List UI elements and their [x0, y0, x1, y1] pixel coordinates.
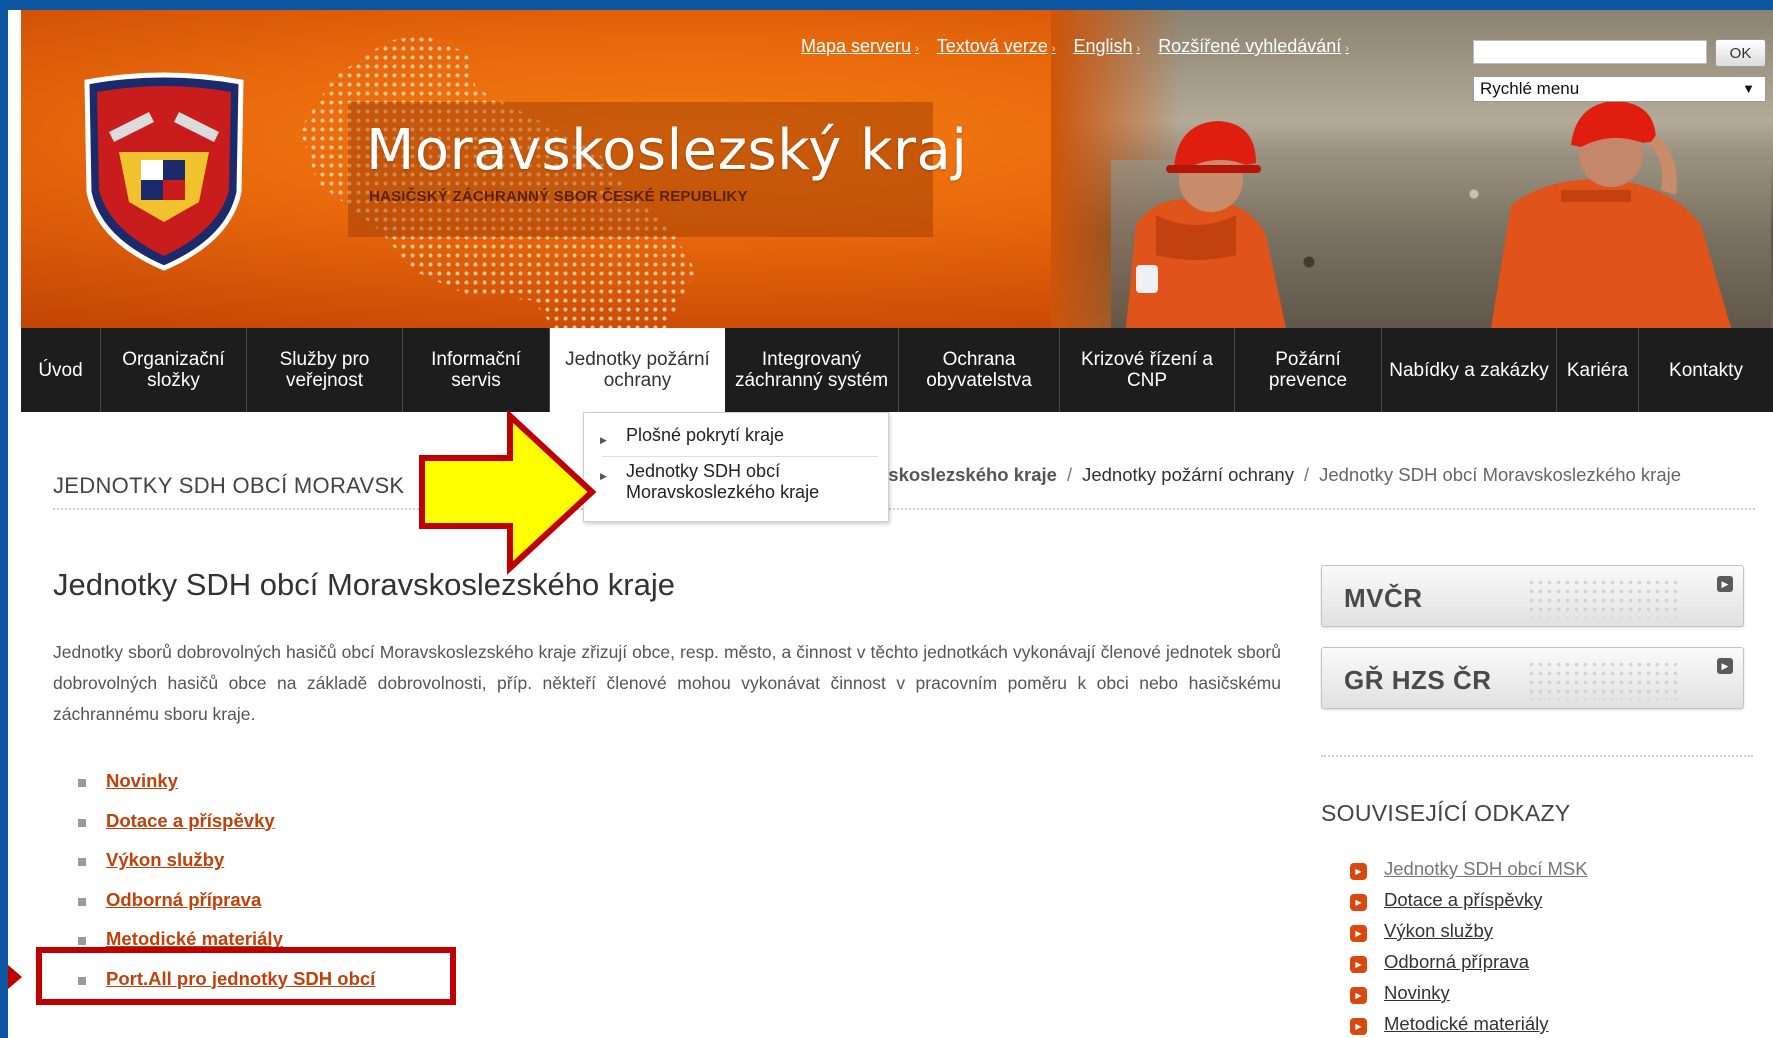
arrow-go-icon: ▶	[1350, 987, 1367, 1004]
top-link-sitemap[interactable]: Mapa serveru ›	[801, 36, 919, 57]
top-links: Mapa serveru › Textová verze › English › Ro…	[801, 36, 1349, 57]
link-vykon-sluzby[interactable]: Výkon služby	[106, 849, 224, 870]
list-item: ▶ Novinky	[1350, 982, 1588, 1013]
list-item: Novinky	[78, 770, 375, 810]
nav-item-kontakty[interactable]: Kontakty	[1639, 328, 1773, 412]
breadcrumb-current: Jednotky SDH obcí Moravskoslezkého kraje	[1319, 464, 1682, 485]
grhzs-button[interactable]: GŘ HZS ČR ▶	[1321, 647, 1744, 709]
triangle-right-icon: ▶	[600, 435, 607, 445]
breadcrumb: vskoslezského kraje / Jednotky požární och…	[878, 464, 1681, 486]
nav-item-nabidky-a-zakazky[interactable]: Nabídky a zakázky	[1382, 328, 1557, 412]
link-dotace[interactable]: Dotace a příspěvky	[106, 810, 275, 831]
nav-item-uvod[interactable]: Úvod	[21, 328, 101, 412]
nav-item-ochrana-obyvatelstva[interactable]: Ochrana obyvatelstva	[899, 328, 1060, 412]
arrow-go-icon: ▶	[1350, 863, 1367, 880]
list-item: ▶ Metodické materiály	[1350, 1013, 1588, 1038]
arrow-go-icon: ▶	[1350, 925, 1367, 942]
arrow-go-icon: ▶	[1350, 956, 1367, 973]
related-link-novinky[interactable]: Novinky	[1384, 982, 1450, 1003]
list-item: ▶ Odborná příprava	[1350, 951, 1588, 982]
breadcrumb-separator: /	[1066, 464, 1073, 485]
yellow-pointer-arrow-icon	[419, 410, 597, 575]
related-links-list: ▶ Jednotky SDH obcí MSK ▶ Dotace a příspěv…	[1350, 858, 1588, 1038]
nav-item-jednotky-pozarni-ochrany[interactable]: Jednotky požární ochrany	[550, 328, 725, 412]
square-bullet-icon	[78, 818, 86, 827]
arrow-right-icon: ›	[1345, 43, 1349, 55]
grhzs-button-label: GŘ HZS ČR	[1344, 665, 1492, 695]
list-item: Odborná příprava	[78, 889, 375, 929]
arrow-go-icon: ▶	[1350, 894, 1367, 911]
list-item: ▶ Dotace a příspěvky	[1350, 889, 1588, 920]
main-nav: Úvod Organizační složky Služby pro veřej…	[21, 328, 1773, 412]
link-novinky[interactable]: Novinky	[106, 770, 178, 791]
red-pointer-icon	[8, 965, 22, 989]
triangle-right-icon: ▶	[600, 471, 607, 481]
related-link-jednotky-msk[interactable]: Jednotky SDH obcí MSK	[1384, 858, 1588, 879]
hzs-crest-logo[interactable]	[79, 72, 249, 272]
search-input[interactable]	[1473, 40, 1707, 64]
dropdown-item-plosne-pokryti[interactable]: ▶ Plošné pokrytí kraje	[600, 425, 784, 446]
arrow-right-icon: ›	[1051, 43, 1056, 55]
list-item: Dotace a příspěvky	[78, 810, 375, 850]
list-item: ▶ Jednotky SDH obcí MSK	[1350, 858, 1588, 889]
arrow-go-icon: ▶	[1717, 576, 1733, 592]
intro-paragraph: Jednotky sborů dobrovolných hasičů obcí …	[53, 642, 1281, 724]
square-bullet-icon	[78, 937, 86, 945]
square-bullet-icon	[78, 779, 86, 787]
page: Moravskoslezský kraj HASIČSKÝ ZÁCHRANNÝ …	[8, 10, 1773, 1038]
mvcr-button[interactable]: MVČR ▶	[1321, 565, 1744, 627]
related-link-dotace[interactable]: Dotace a příspěvky	[1384, 889, 1542, 910]
dropdown-item-jednotky-sdh[interactable]: ▶ Jednotky SDH obcí Moravskoslezkého kra…	[600, 461, 852, 503]
breadcrumb-separator: /	[1303, 464, 1310, 485]
arrow-right-icon: ›	[1136, 43, 1141, 55]
quick-menu-value: Rychlé menu	[1480, 79, 1580, 98]
highlight-box	[36, 947, 456, 1005]
list-item: ▶ Výkon služby	[1350, 920, 1588, 951]
list-item: Výkon služby	[78, 849, 375, 889]
top-link-advanced-search[interactable]: Rozšířené vyhledávání ›	[1158, 36, 1349, 57]
nav-item-organizacni-slozky[interactable]: Organizační složky	[101, 328, 247, 412]
top-link-english[interactable]: English ›	[1073, 36, 1140, 57]
divider	[1321, 755, 1753, 757]
firefighter-figure	[1126, 121, 1286, 328]
arrow-right-icon: ›	[915, 43, 919, 55]
square-bullet-icon	[78, 858, 86, 866]
divider	[53, 508, 1755, 510]
search-ok-button[interactable]: OK	[1715, 39, 1766, 67]
breadcrumb-item[interactable]: Jednotky požární ochrany	[1082, 464, 1294, 485]
nav-dropdown-menu: ▶ Plošné pokrytí kraje ▶ Jednotky SDH ob…	[583, 412, 889, 522]
breadcrumb-item[interactable]: vskoslezského kraje	[878, 464, 1057, 485]
dot-pattern	[1527, 578, 1677, 618]
arrow-go-icon: ▶	[1350, 1018, 1367, 1035]
square-bullet-icon	[78, 897, 86, 906]
link-odborna-priprava[interactable]: Odborná příprava	[106, 889, 261, 910]
site-title: Moravskoslezský kraj	[366, 118, 968, 183]
nav-item-sluzby-pro-verejnost[interactable]: Služby pro veřejnost	[247, 328, 403, 412]
quick-menu-select[interactable]: Rychlé menu ▼	[1473, 76, 1766, 102]
firefighter-figure	[1491, 101, 1731, 328]
nav-item-informacni-servis[interactable]: Informační servis	[403, 328, 550, 412]
related-link-metodicke-materialy[interactable]: Metodické materiály	[1384, 1013, 1549, 1034]
site-subtitle: HASIČSKÝ ZÁCHRANNÝ SBOR ČESKÉ REPUBLIKY	[369, 188, 748, 205]
mvcr-button-label: MVČR	[1344, 583, 1423, 613]
related-link-odborna-priprava[interactable]: Odborná příprava	[1384, 951, 1529, 972]
top-link-text-version[interactable]: Textová verze ›	[937, 36, 1056, 57]
related-link-vykon-sluzby[interactable]: Výkon služby	[1384, 920, 1493, 941]
dropdown-divider	[602, 456, 878, 457]
nav-item-integrovany-zachranny-system[interactable]: Integrovaný záchranný systém	[725, 328, 899, 412]
related-links-title: SOUVISEJÍCÍ ODKAZY	[1321, 800, 1571, 826]
link-metodicke-materialy[interactable]: Metodické materiály	[106, 928, 283, 949]
dot-pattern	[1527, 660, 1677, 700]
arrow-go-icon: ▶	[1717, 658, 1733, 674]
dropdown-caret-icon: ▼	[1742, 81, 1755, 96]
page-heading: Jednotky SDH obcí Moravskoslezského kraj…	[53, 567, 675, 602]
nav-item-pozarni-prevence[interactable]: Požární prevence	[1235, 328, 1382, 412]
section-title: JEDNOTKY SDH OBCÍ MORAVSK	[53, 473, 405, 498]
header-banner: Moravskoslezský kraj HASIČSKÝ ZÁCHRANNÝ …	[21, 10, 1773, 328]
nav-item-krizove-rizeni[interactable]: Krizové řízení a CNP	[1060, 328, 1235, 412]
nav-item-kariera[interactable]: Kariéra	[1557, 328, 1639, 412]
